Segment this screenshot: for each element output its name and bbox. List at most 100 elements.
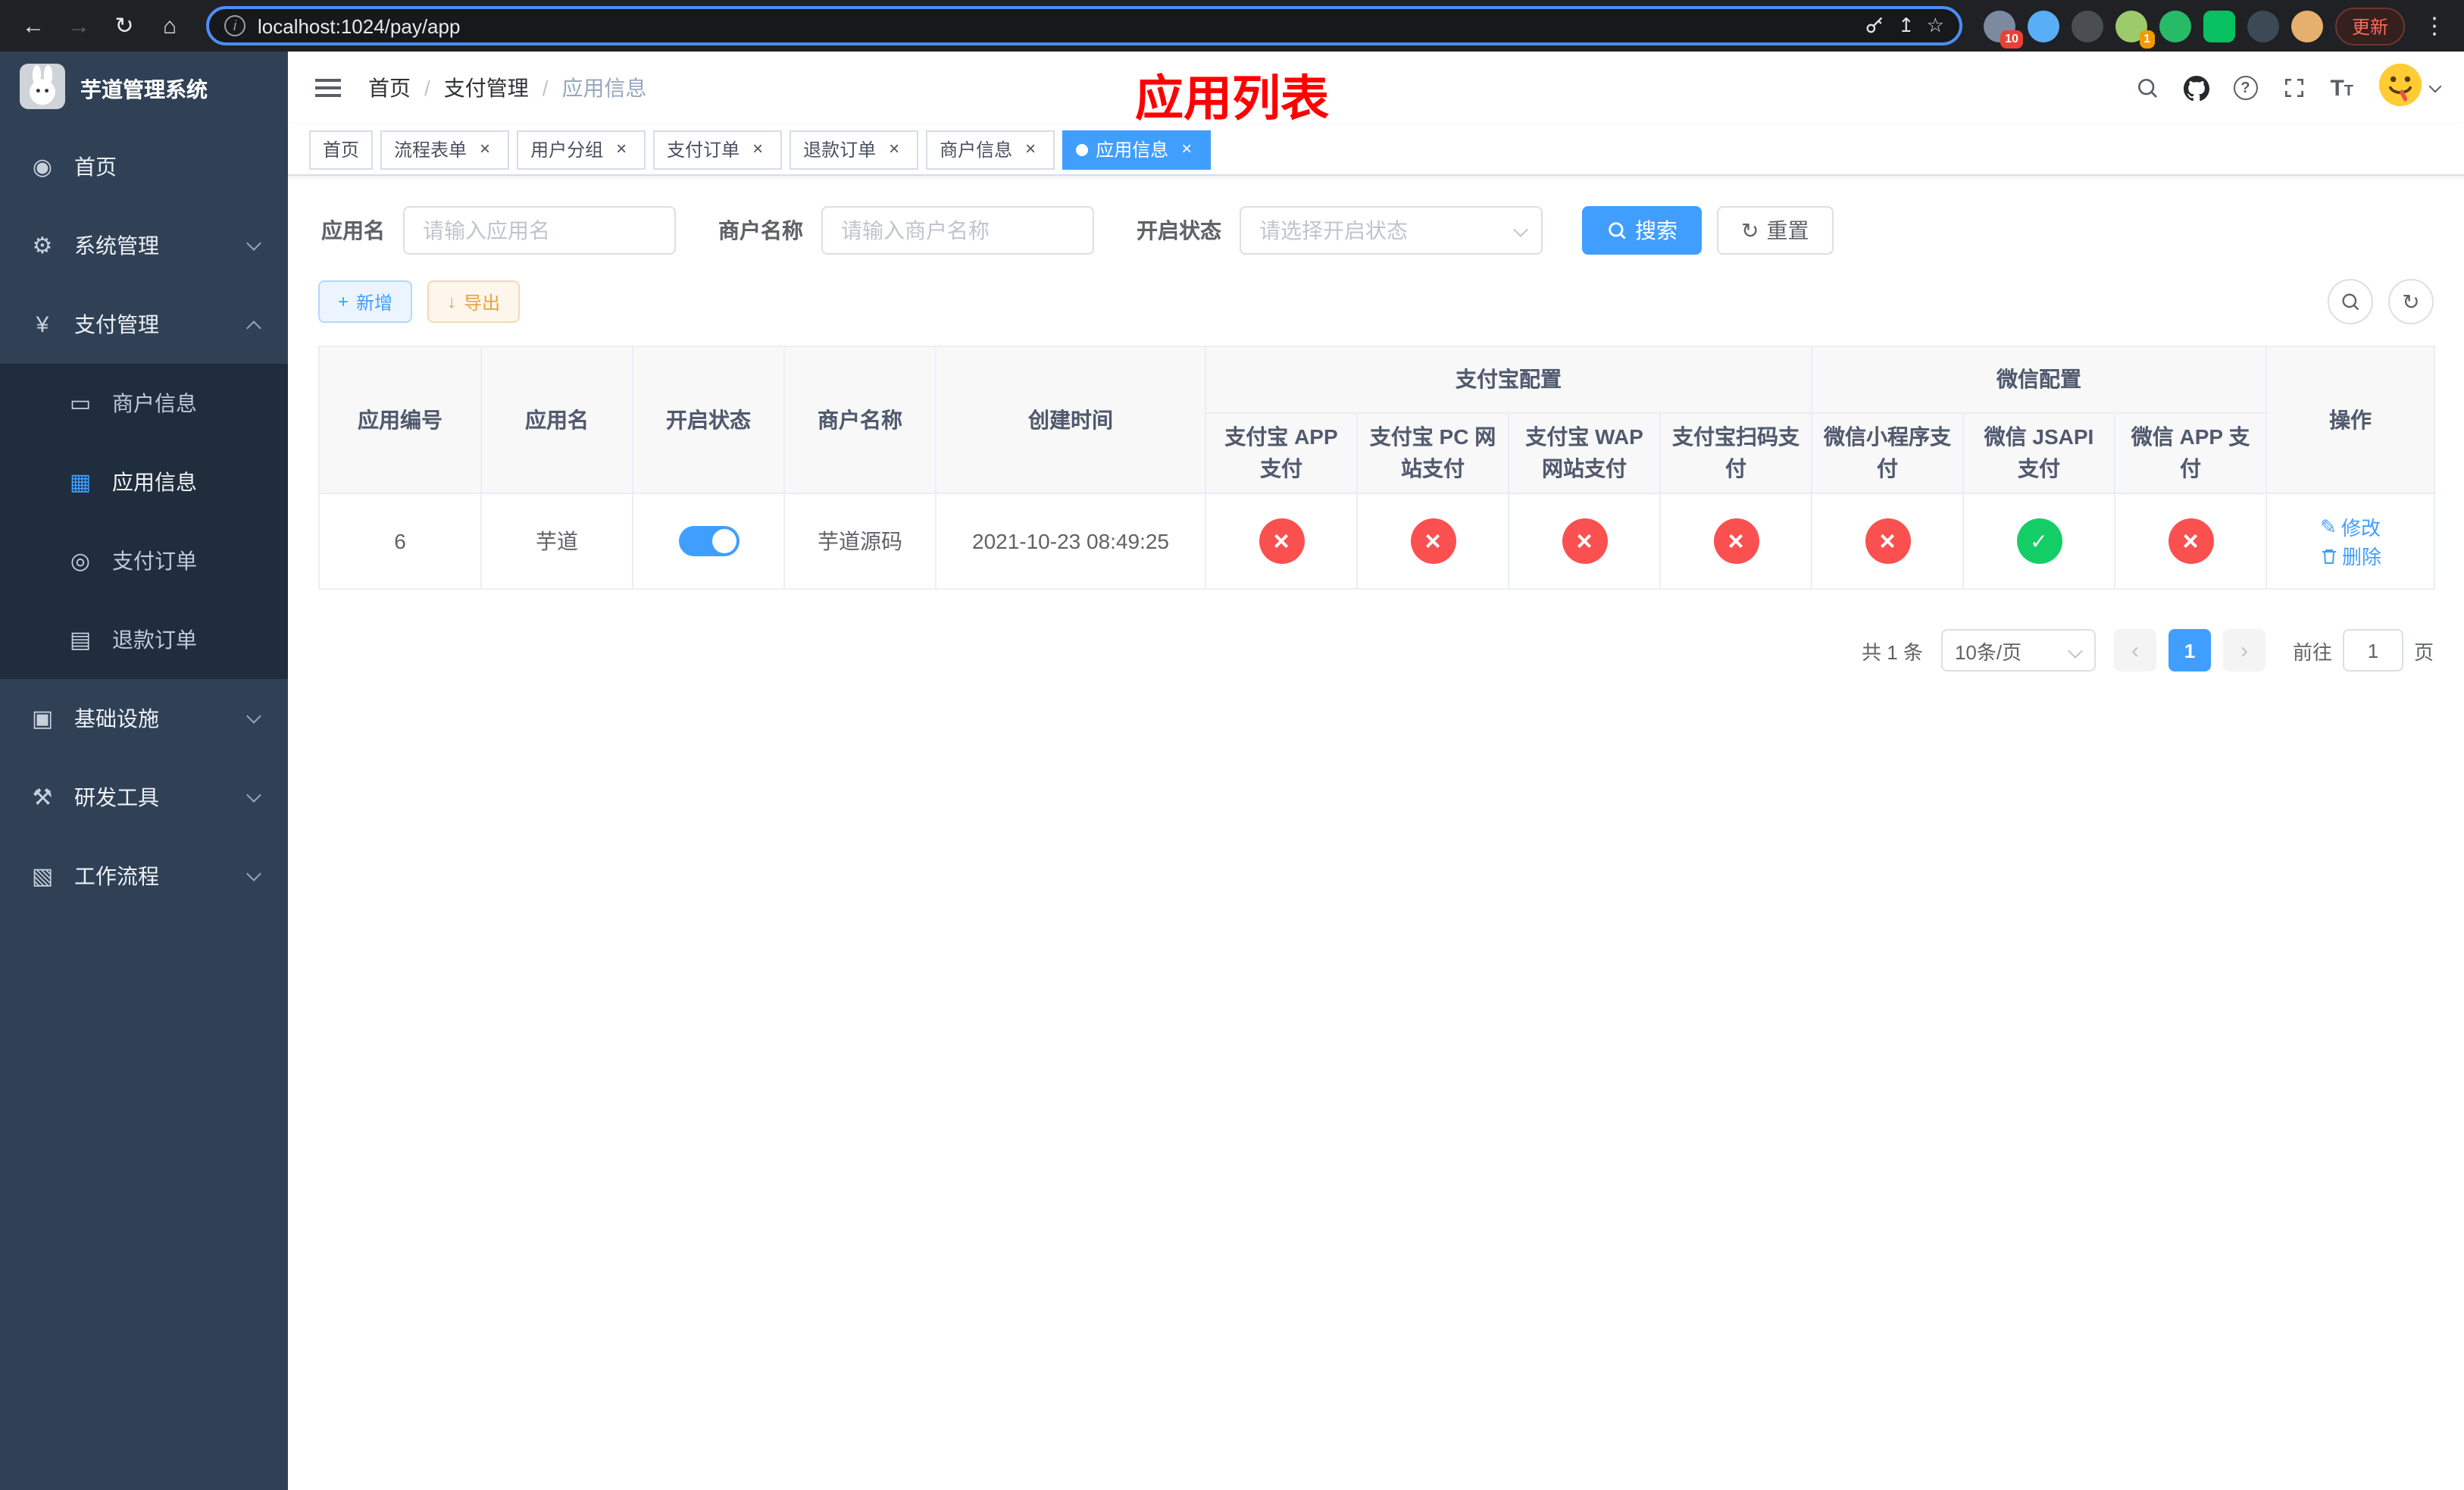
app-name-input[interactable] xyxy=(403,206,676,255)
extension-icon-avatar[interactable]: 1 xyxy=(2115,10,2155,48)
app-table: 应用编号 应用名 开启状态 商户名称 创建时间 支付宝配置 微信配置 操作 支付… xyxy=(318,346,2436,590)
sidebar-toggle-icon[interactable] xyxy=(312,73,344,103)
back-icon[interactable]: ← xyxy=(12,5,55,47)
sidebar-item-system[interactable]: ⚙ 系统管理 xyxy=(0,206,288,285)
payment-submenu: ▭ 商户信息 ▦ 应用信息 ◎ 支付订单 ▤ 退款订单 xyxy=(0,364,288,679)
record-icon: ◎ xyxy=(70,549,91,574)
fail-icon xyxy=(1562,518,1607,564)
table-toolbar: + 新增 ↓ 导出 ↻ xyxy=(318,279,2434,324)
tab-process-form[interactable]: 流程表单 × xyxy=(380,130,510,169)
navbar: 首页 / 支付管理 / 应用信息 ? T T xyxy=(288,52,2464,124)
extension-icon-grid[interactable]: 10 xyxy=(1983,10,2023,48)
dashboard-icon: ◉ xyxy=(32,155,53,180)
reload-icon[interactable]: ↻ xyxy=(103,5,145,47)
browser-update-button[interactable]: 更新 xyxy=(2334,7,2405,45)
close-icon[interactable]: × xyxy=(611,138,632,160)
pagination: 共 1 条 10条/页 ‹ 1 › 前往 页 xyxy=(318,629,2434,671)
font-size-icon[interactable]: TT xyxy=(2330,75,2353,101)
close-icon[interactable]: × xyxy=(747,138,768,160)
page-content: 应用名 商户名称 开启状态 搜索 xyxy=(288,176,2464,1490)
sidebar-item-home[interactable]: ◉ 首页 xyxy=(0,127,288,206)
close-icon[interactable]: × xyxy=(474,138,496,160)
app-title: 芋道管理系统 xyxy=(80,77,208,102)
sidebar-item-app-info[interactable]: ▦ 应用信息 xyxy=(0,443,288,521)
pagination-total: 共 1 条 xyxy=(1862,640,1923,663)
extension-icon-profile[interactable] xyxy=(2290,10,2323,42)
extension-icon-pin[interactable] xyxy=(2247,10,2279,42)
extension-icon-green-circle[interactable] xyxy=(2159,10,2191,42)
sidebar-item-refund-orders[interactable]: ▤ 退款订单 xyxy=(0,600,288,679)
cell-alipay-pc xyxy=(1356,493,1509,590)
breadcrumb-section[interactable]: 支付管理 xyxy=(444,73,529,103)
tab-pay-orders[interactable]: 支付订单 × xyxy=(653,130,783,169)
col-alipay-wap: 支付宝 WAP 网站支付 xyxy=(1508,412,1661,494)
goto-page-input[interactable] xyxy=(2342,629,2403,671)
tab-home[interactable]: 首页 xyxy=(309,130,374,169)
tab-merchant-info[interactable]: 商户信息 × xyxy=(926,130,1055,169)
app-logo xyxy=(20,63,65,116)
extension-icon-dark[interactable] xyxy=(2071,10,2103,42)
status-select[interactable] xyxy=(1240,206,1543,255)
fullscreen-icon[interactable] xyxy=(2281,76,2306,100)
reset-button[interactable]: ↻ 重置 xyxy=(1717,206,1834,255)
cell-created-at: 2021-10-23 08:49:25 xyxy=(935,493,1206,590)
status-select-input[interactable] xyxy=(1240,206,1543,255)
sidebar-item-pay-orders[interactable]: ◎ 支付订单 xyxy=(0,521,288,600)
extension-icon-wechat[interactable] xyxy=(2203,10,2235,42)
breadcrumb-home[interactable]: 首页 xyxy=(368,73,411,103)
close-icon[interactable]: × xyxy=(1020,138,1041,160)
merchant-name-label: 商户名称 xyxy=(718,218,803,243)
sidebar-item-dev-tools[interactable]: ⚒ 研发工具 xyxy=(0,758,288,837)
page-number-current[interactable]: 1 xyxy=(2168,629,2211,671)
show-search-button[interactable] xyxy=(2328,279,2373,324)
github-icon[interactable] xyxy=(2183,75,2209,101)
sidebar-item-payment[interactable]: ¥ 支付管理 xyxy=(0,285,288,364)
tab-user-group[interactable]: 用户分组 × xyxy=(517,130,646,169)
refresh-table-button[interactable]: ↻ xyxy=(2388,279,2434,324)
home-icon[interactable]: ⌂ xyxy=(149,5,191,47)
help-icon[interactable]: ? xyxy=(2233,76,2258,100)
avatar[interactable] xyxy=(2378,61,2423,114)
password-key-icon[interactable] xyxy=(1865,15,1886,36)
close-icon[interactable]: × xyxy=(1176,138,1197,160)
col-merchant: 商户名称 xyxy=(783,346,937,494)
sidebar-item-merchant-info[interactable]: ▭ 商户信息 xyxy=(0,364,288,443)
sidebar-item-workflow[interactable]: ▧ 工作流程 xyxy=(0,837,288,916)
user-menu[interactable] xyxy=(2378,61,2442,114)
extension-icon-drop[interactable] xyxy=(2027,10,2059,42)
prev-page-button[interactable]: ‹ xyxy=(2113,629,2156,671)
chevron-down-icon xyxy=(246,866,261,881)
sidebar-item-infrastructure[interactable]: ▣ 基础设施 xyxy=(0,679,288,758)
export-button[interactable]: ↓ 导出 xyxy=(427,280,521,323)
card-icon: ▭ xyxy=(69,391,92,417)
cell-wx-jsapi xyxy=(1962,493,2115,590)
browser-menu-icon[interactable]: ⋮ xyxy=(2417,12,2452,39)
app-shell: 芋道管理系统 ◉ 首页 ⚙ 系统管理 ¥ 支付管理 ▭ 商户信息 ▦ 应用信息 … xyxy=(0,52,2464,1490)
add-button[interactable]: + 新增 xyxy=(318,280,413,323)
url-text[interactable]: localhost:1024/pay/app xyxy=(258,14,1853,37)
cell-wx-app xyxy=(2113,493,2268,590)
page-size-select[interactable]: 10条/页 xyxy=(1940,629,2096,671)
search-button[interactable]: 搜索 xyxy=(1582,206,1702,255)
table-header-group-row: 应用编号 应用名 开启状态 商户名称 创建时间 支付宝配置 微信配置 操作 xyxy=(318,346,2436,494)
refresh-icon: ↻ xyxy=(2402,289,2420,313)
tab-app-info[interactable]: 应用信息 × xyxy=(1062,130,1212,169)
delete-link[interactable]: 删除 xyxy=(2319,541,2381,570)
bookmark-star-icon[interactable]: ☆ xyxy=(1927,14,1944,38)
close-icon[interactable]: × xyxy=(883,138,905,160)
next-page-button[interactable]: › xyxy=(2222,629,2265,671)
sidebar-item-label: 研发工具 xyxy=(74,785,159,809)
sidebar-item-label: 支付管理 xyxy=(74,312,159,337)
download-icon: ↓ xyxy=(447,291,457,312)
edit-pencil-icon: ✎ xyxy=(2320,515,2337,537)
search-icon[interactable] xyxy=(2134,76,2159,100)
share-icon[interactable]: ↥ xyxy=(1898,14,1915,38)
forward-icon[interactable]: → xyxy=(58,5,100,47)
merchant-name-input[interactable] xyxy=(821,206,1094,255)
site-info-icon[interactable]: i xyxy=(224,15,245,36)
status-toggle[interactable] xyxy=(678,526,739,556)
tab-refund-orders[interactable]: 退款订单 × xyxy=(790,130,919,169)
breadcrumb-separator: / xyxy=(542,76,549,100)
address-bar[interactable]: i localhost:1024/pay/app ↥ ☆ xyxy=(206,6,1962,45)
edit-link[interactable]: ✎ 修改 xyxy=(2320,512,2381,541)
